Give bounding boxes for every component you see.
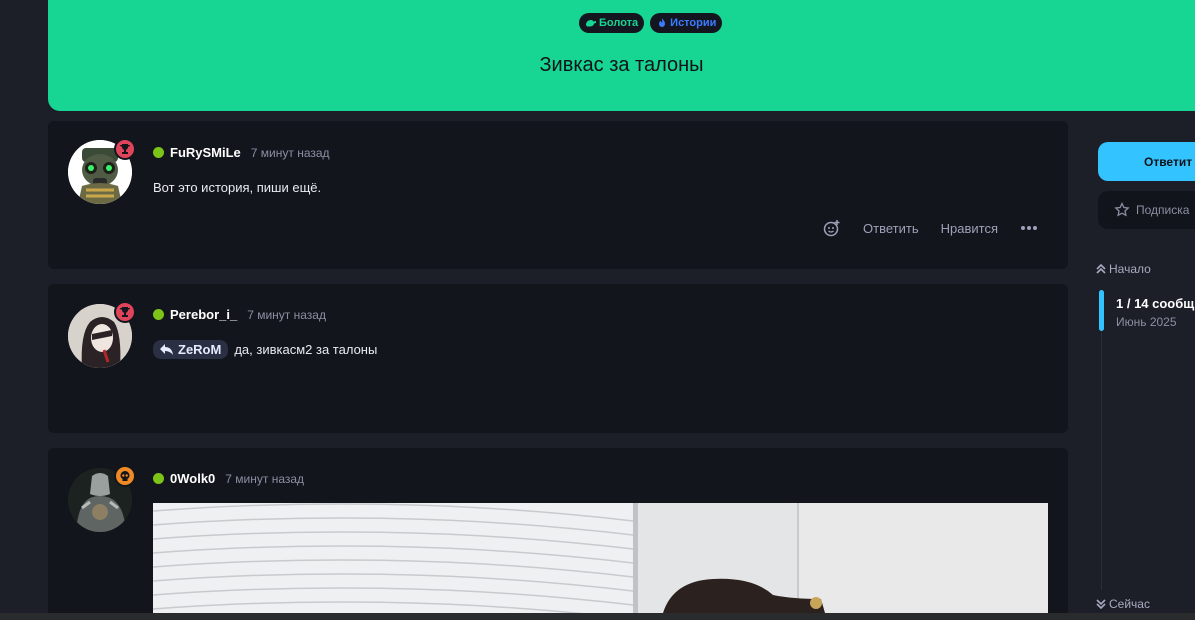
add-reaction-icon[interactable] <box>823 219 841 237</box>
fire-icon <box>659 18 666 27</box>
post: FuRySMiLe 7 минут назад Вот это история,… <box>48 121 1068 269</box>
online-indicator <box>153 147 164 158</box>
username[interactable]: 0Wolk0 <box>170 471 215 486</box>
post-text: Вот это история, пиши ещё. <box>153 180 322 195</box>
trophy-icon <box>119 307 131 317</box>
post: Perebor_i_ 7 минут назад ZeRoM да, зивка… <box>48 284 1068 433</box>
double-chevron-up-icon <box>1096 264 1106 274</box>
reply-arrow-icon <box>160 344 173 355</box>
more-icon[interactable] <box>1020 219 1038 237</box>
timeline-bottom-link[interactable]: Сейчас <box>1096 597 1150 611</box>
topic-title: Зивкас за талоны <box>539 54 704 76</box>
post-actions: Ответить Нравится <box>823 219 1038 237</box>
post-header: FuRySMiLe 7 минут назад <box>153 145 330 160</box>
post-header: 0Wolk0 7 минут назад <box>153 471 304 486</box>
skull-badge <box>114 465 136 487</box>
trophy-badge <box>114 301 136 323</box>
post-image[interactable] <box>153 503 1048 613</box>
online-indicator <box>153 473 164 484</box>
trophy-badge <box>114 138 136 160</box>
window-bottom-edge <box>0 613 1195 620</box>
trophy-icon <box>119 144 131 154</box>
online-indicator <box>153 309 164 320</box>
reply-button[interactable]: Ответить <box>863 221 919 236</box>
post-time[interactable]: 7 минут назад <box>247 308 326 322</box>
timeline-date: Июнь 2025 <box>1116 315 1177 329</box>
post-text: ZeRoM да, зивкасм2 за талоны <box>153 340 377 359</box>
skull-icon <box>120 471 130 481</box>
double-chevron-down-icon <box>1096 599 1106 609</box>
timeline-handle[interactable] <box>1099 290 1104 331</box>
timeline-counter: 1 / 14 сообщ <box>1116 296 1195 311</box>
username[interactable]: Perebor_i_ <box>170 307 237 322</box>
timeline-track[interactable] <box>1101 290 1102 590</box>
reply-topic-button[interactable]: Ответит <box>1098 142 1195 181</box>
like-button[interactable]: Нравится <box>941 221 998 236</box>
post-header: Perebor_i_ 7 минут назад <box>153 307 326 322</box>
tag-istorii[interactable]: Истории <box>650 13 723 33</box>
subscribe-button[interactable]: Подписка <box>1098 191 1195 229</box>
post: 0Wolk0 7 минут назад <box>48 448 1068 620</box>
reply-mention[interactable]: ZeRoM <box>153 340 229 359</box>
tag-boloto[interactable]: Болота <box>579 13 645 33</box>
frog-icon <box>586 20 596 27</box>
post-time[interactable]: 7 минут назад <box>251 146 330 160</box>
topic-tags: Болота Истории <box>579 13 723 33</box>
star-icon <box>1114 202 1130 217</box>
topic-header: Болота Истории Зивкас за талоны <box>48 0 1195 111</box>
post-time[interactable]: 7 минут назад <box>225 472 304 486</box>
timeline-top-link[interactable]: Начало <box>1096 262 1151 276</box>
username[interactable]: FuRySMiLe <box>170 145 241 160</box>
